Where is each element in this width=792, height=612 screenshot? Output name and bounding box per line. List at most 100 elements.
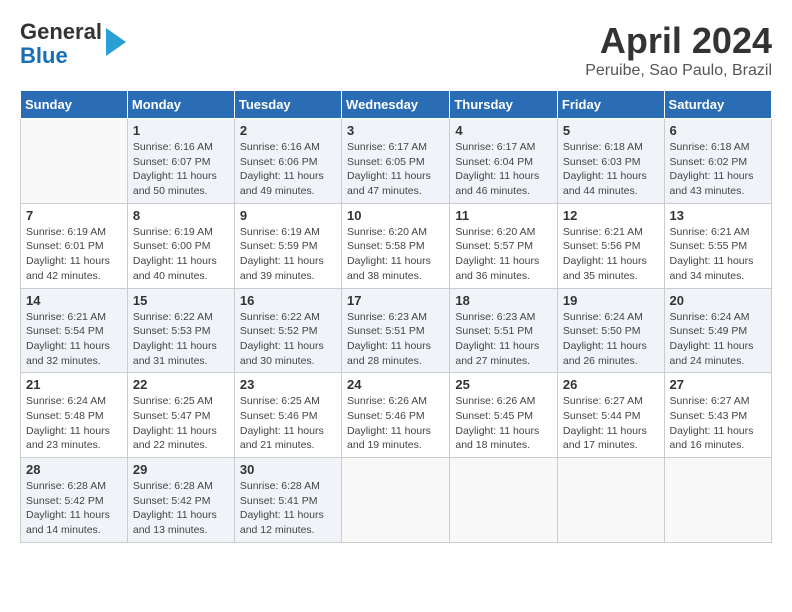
calendar-table: SundayMondayTuesdayWednesdayThursdayFrid… (20, 90, 772, 543)
day-number: 21 (26, 377, 122, 392)
day-number: 4 (455, 123, 552, 138)
day-info: Sunrise: 6:23 AMSunset: 5:51 PMDaylight:… (455, 310, 552, 369)
calendar-cell: 29Sunrise: 6:28 AMSunset: 5:42 PMDayligh… (127, 458, 234, 543)
day-header-monday: Monday (127, 91, 234, 119)
calendar-cell: 30 Sunrise: 6:28 AMSunset: 5:41 PMDayligh… (234, 458, 341, 543)
day-number: 3 (347, 123, 444, 138)
day-info: Sunrise: 6:20 AMSunset: 5:57 PMDaylight:… (455, 225, 552, 284)
day-info: Sunrise: 6:25 AMSunset: 5:46 PMDaylight:… (240, 394, 336, 453)
day-number: 12 (563, 208, 659, 223)
calendar-cell: 25 Sunrise: 6:26 AMSunset: 5:45 PMDayligh… (450, 373, 558, 458)
logo-line1: General (20, 20, 102, 44)
day-number: 16 (240, 293, 336, 308)
calendar-cell (450, 458, 558, 543)
calendar-cell (664, 458, 771, 543)
calendar-cell: 1 Sunrise: 6:16 AMSunset: 6:07 PMDaylight… (127, 119, 234, 204)
calendar-cell: 20Sunrise: 6:24 AMSunset: 5:49 PMDayligh… (664, 288, 771, 373)
title-block: April 2024 Peruibe, Sao Paulo, Brazil (585, 20, 772, 80)
calendar-cell: 24Sunrise: 6:26 AMSunset: 5:46 PMDayligh… (342, 373, 450, 458)
day-info: Sunrise: 6:17 AMSunset: 6:04 PMDaylight:… (455, 140, 552, 199)
day-info: Sunrise: 6:26 AMSunset: 5:45 PMDaylight:… (455, 394, 552, 453)
day-number: 5 (563, 123, 659, 138)
calendar-cell: 15Sunrise: 6:22 AMSunset: 5:53 PMDayligh… (127, 288, 234, 373)
day-info: Sunrise: 6:21 AMSunset: 5:55 PMDaylight:… (670, 225, 766, 284)
calendar-header: SundayMondayTuesdayWednesdayThursdayFrid… (21, 91, 772, 119)
calendar-cell: 16Sunrise: 6:22 AMSunset: 5:52 PMDayligh… (234, 288, 341, 373)
day-number: 18 (455, 293, 552, 308)
day-header-saturday: Saturday (664, 91, 771, 119)
calendar-week-2: 7 Sunrise: 6:19 AMSunset: 6:01 PMDaylight… (21, 203, 772, 288)
calendar-cell: 13Sunrise: 6:21 AMSunset: 5:55 PMDayligh… (664, 203, 771, 288)
calendar-subtitle: Peruibe, Sao Paulo, Brazil (585, 62, 772, 80)
calendar-title: April 2024 (585, 20, 772, 62)
calendar-cell: 18 Sunrise: 6:23 AMSunset: 5:51 PMDayligh… (450, 288, 558, 373)
day-number: 25 (455, 377, 552, 392)
day-number: 30 (240, 462, 336, 477)
day-info: Sunrise: 6:24 AMSunset: 5:49 PMDaylight:… (670, 310, 766, 369)
day-number: 1 (133, 123, 229, 138)
day-info: Sunrise: 6:24 AMSunset: 5:48 PMDaylight:… (26, 394, 122, 453)
day-info: Sunrise: 6:16 AMSunset: 6:07 PMDaylight:… (133, 140, 229, 199)
day-number: 24 (347, 377, 444, 392)
calendar-week-5: 28Sunrise: 6:28 AMSunset: 5:42 PMDayligh… (21, 458, 772, 543)
calendar-cell: 9 Sunrise: 6:19 AMSunset: 5:59 PMDaylight… (234, 203, 341, 288)
calendar-cell: 14 Sunrise: 6:21 AMSunset: 5:54 PMDayligh… (21, 288, 128, 373)
calendar-cell (21, 119, 128, 204)
day-info: Sunrise: 6:24 AMSunset: 5:50 PMDaylight:… (563, 310, 659, 369)
day-number: 19 (563, 293, 659, 308)
day-info: Sunrise: 6:19 AMSunset: 6:01 PMDaylight:… (26, 225, 122, 284)
day-number: 22 (133, 377, 229, 392)
day-number: 27 (670, 377, 766, 392)
day-info: Sunrise: 6:28 AMSunset: 5:42 PMDaylight:… (133, 479, 229, 538)
day-info: Sunrise: 6:17 AMSunset: 6:05 PMDaylight:… (347, 140, 444, 199)
calendar-cell (342, 458, 450, 543)
calendar-cell: 28Sunrise: 6:28 AMSunset: 5:42 PMDayligh… (21, 458, 128, 543)
calendar-week-1: 1 Sunrise: 6:16 AMSunset: 6:07 PMDaylight… (21, 119, 772, 204)
day-info: Sunrise: 6:21 AMSunset: 5:56 PMDaylight:… (563, 225, 659, 284)
header-row: SundayMondayTuesdayWednesdayThursdayFrid… (21, 91, 772, 119)
day-info: Sunrise: 6:28 AMSunset: 5:41 PMDaylight:… (240, 479, 336, 538)
calendar-cell: 19 Sunrise: 6:24 AMSunset: 5:50 PMDayligh… (557, 288, 664, 373)
day-info: Sunrise: 6:19 AMSunset: 6:00 PMDaylight:… (133, 225, 229, 284)
day-info: Sunrise: 6:18 AMSunset: 6:03 PMDaylight:… (563, 140, 659, 199)
day-number: 14 (26, 293, 122, 308)
logo: General Blue (20, 20, 126, 68)
calendar-cell (557, 458, 664, 543)
calendar-week-4: 21 Sunrise: 6:24 AMSunset: 5:48 PMDayligh… (21, 373, 772, 458)
day-number: 6 (670, 123, 766, 138)
calendar-week-3: 14 Sunrise: 6:21 AMSunset: 5:54 PMDayligh… (21, 288, 772, 373)
logo-line2: Blue (20, 44, 102, 68)
day-info: Sunrise: 6:19 AMSunset: 5:59 PMDaylight:… (240, 225, 336, 284)
day-info: Sunrise: 6:25 AMSunset: 5:47 PMDaylight:… (133, 394, 229, 453)
day-info: Sunrise: 6:20 AMSunset: 5:58 PMDaylight:… (347, 225, 444, 284)
calendar-cell: 22 Sunrise: 6:25 AMSunset: 5:47 PMDayligh… (127, 373, 234, 458)
day-info: Sunrise: 6:28 AMSunset: 5:42 PMDaylight:… (26, 479, 122, 538)
day-number: 26 (563, 377, 659, 392)
day-info: Sunrise: 6:18 AMSunset: 6:02 PMDaylight:… (670, 140, 766, 199)
day-number: 11 (455, 208, 552, 223)
calendar-cell: 5 Sunrise: 6:18 AMSunset: 6:03 PMDaylight… (557, 119, 664, 204)
calendar-cell: 8Sunrise: 6:19 AMSunset: 6:00 PMDaylight… (127, 203, 234, 288)
calendar-cell: 21 Sunrise: 6:24 AMSunset: 5:48 PMDayligh… (21, 373, 128, 458)
calendar-cell: 7 Sunrise: 6:19 AMSunset: 6:01 PMDaylight… (21, 203, 128, 288)
day-header-friday: Friday (557, 91, 664, 119)
calendar-cell: 2Sunrise: 6:16 AMSunset: 6:06 PMDaylight… (234, 119, 341, 204)
day-number: 9 (240, 208, 336, 223)
day-number: 15 (133, 293, 229, 308)
day-header-sunday: Sunday (21, 91, 128, 119)
calendar-cell: 3 Sunrise: 6:17 AMSunset: 6:05 PMDaylight… (342, 119, 450, 204)
day-number: 10 (347, 208, 444, 223)
day-info: Sunrise: 6:27 AMSunset: 5:44 PMDaylight:… (563, 394, 659, 453)
calendar-cell: 26 Sunrise: 6:27 AMSunset: 5:44 PMDayligh… (557, 373, 664, 458)
day-header-thursday: Thursday (450, 91, 558, 119)
calendar-cell: 23Sunrise: 6:25 AMSunset: 5:46 PMDayligh… (234, 373, 341, 458)
day-number: 2 (240, 123, 336, 138)
day-info: Sunrise: 6:21 AMSunset: 5:54 PMDaylight:… (26, 310, 122, 369)
calendar-cell: 12 Sunrise: 6:21 AMSunset: 5:56 PMDayligh… (557, 203, 664, 288)
calendar-cell: 27Sunrise: 6:27 AMSunset: 5:43 PMDayligh… (664, 373, 771, 458)
day-header-tuesday: Tuesday (234, 91, 341, 119)
calendar-cell: 11 Sunrise: 6:20 AMSunset: 5:57 PMDayligh… (450, 203, 558, 288)
day-info: Sunrise: 6:23 AMSunset: 5:51 PMDaylight:… (347, 310, 444, 369)
page-header: General Blue April 2024 Peruibe, Sao Pau… (20, 20, 772, 80)
day-number: 7 (26, 208, 122, 223)
